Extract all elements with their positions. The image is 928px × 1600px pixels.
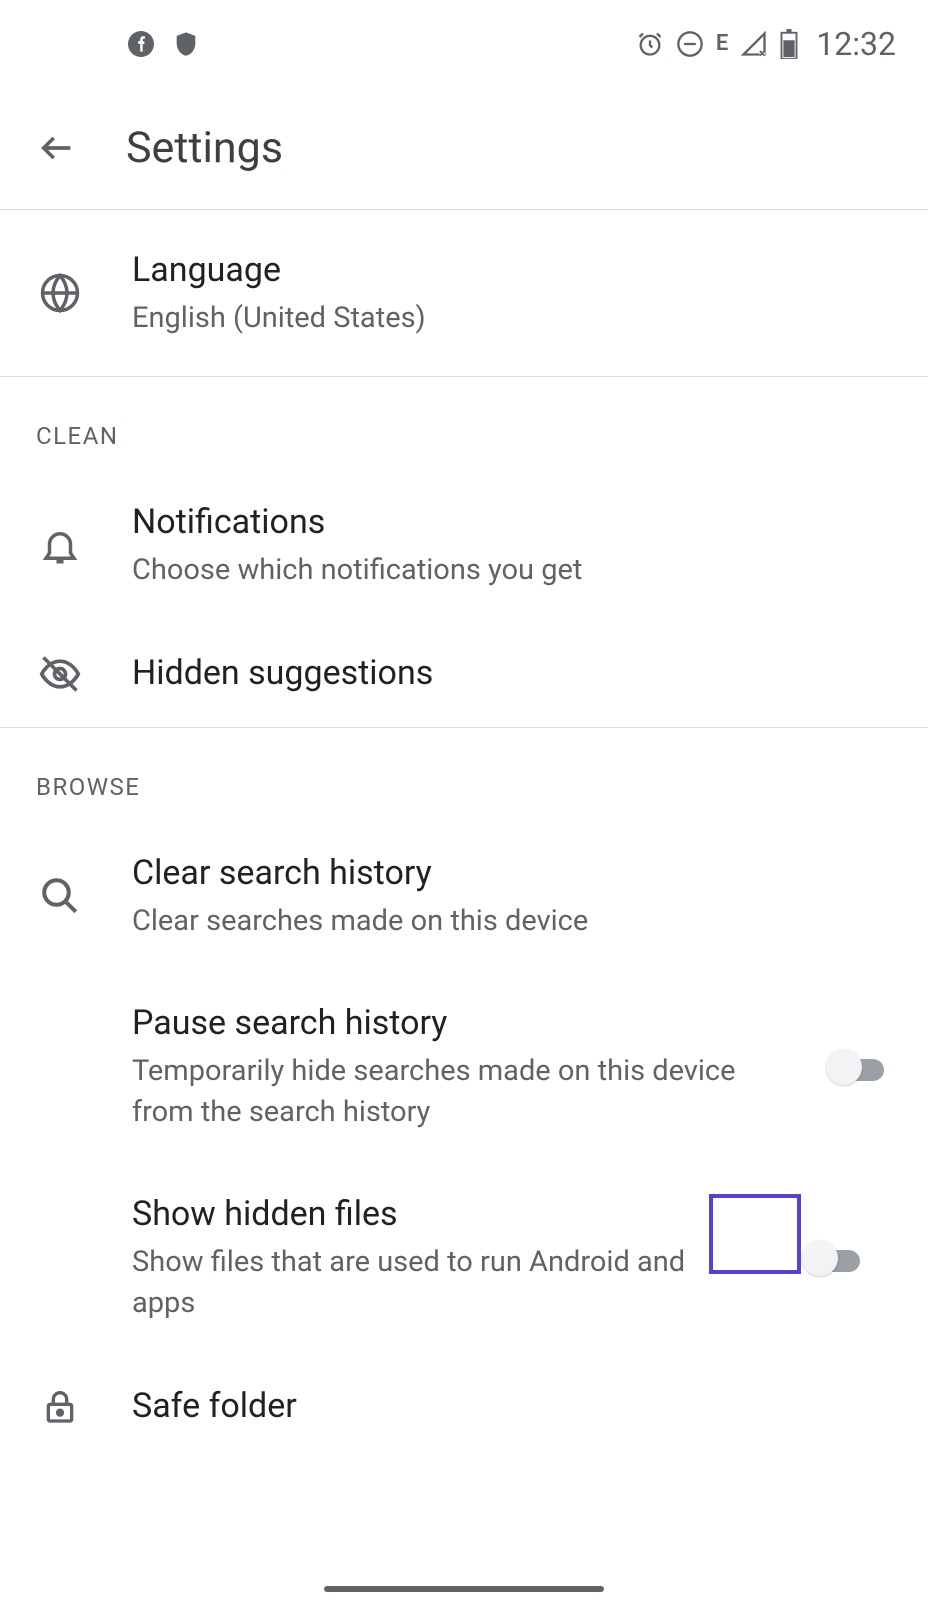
- section-header-browse: BROWSE: [0, 728, 928, 821]
- arrow-left-icon: [37, 128, 77, 168]
- status-bar: E 12:32: [0, 0, 928, 87]
- page-title: Settings: [126, 123, 283, 173]
- pause-search-toggle[interactable]: [826, 1049, 892, 1085]
- notifications-sub: Choose which notifications you get: [132, 550, 892, 591]
- search-icon: [36, 875, 84, 917]
- globe-icon: [36, 272, 84, 314]
- language-title: Language: [132, 248, 892, 294]
- shield-icon: [172, 30, 200, 58]
- bell-icon: [36, 525, 84, 567]
- hidden-suggestions-title: Hidden suggestions: [132, 651, 892, 697]
- show-hidden-title: Show hidden files: [132, 1192, 754, 1238]
- lock-icon: [36, 1386, 84, 1426]
- section-header-clean: CLEAN: [0, 377, 928, 470]
- network-type-label: E: [716, 31, 728, 56]
- safe-folder-item[interactable]: Safe folder: [0, 1354, 928, 1460]
- safe-folder-title: Safe folder: [132, 1384, 892, 1430]
- app-bar: Settings: [0, 87, 928, 210]
- pause-search-sub: Temporarily hide searches made on this d…: [132, 1051, 778, 1132]
- notifications-item[interactable]: Notifications Choose which notifications…: [0, 470, 928, 620]
- clear-search-title: Clear search history: [132, 851, 892, 897]
- eye-off-icon: [36, 652, 84, 696]
- clear-search-history-item[interactable]: Clear search history Clear searches made…: [0, 821, 928, 971]
- nav-handle[interactable]: [324, 1586, 604, 1592]
- pause-search-history-item[interactable]: Pause search history Temporarily hide se…: [0, 971, 928, 1162]
- pause-search-title: Pause search history: [132, 1001, 778, 1047]
- show-hidden-files-toggle[interactable]: [802, 1240, 868, 1276]
- clock-time: 12:32: [816, 25, 896, 63]
- battery-icon: [780, 29, 798, 59]
- hidden-suggestions-item[interactable]: Hidden suggestions: [0, 621, 928, 727]
- back-button[interactable]: [36, 127, 78, 169]
- dnd-icon: [676, 30, 704, 58]
- notifications-title: Notifications: [132, 500, 892, 546]
- show-hidden-files-item[interactable]: Show hidden files Show files that are us…: [0, 1162, 928, 1353]
- language-value: English (United States): [132, 298, 892, 339]
- show-hidden-sub: Show files that are used to run Android …: [132, 1242, 754, 1323]
- facebook-icon: [128, 31, 154, 57]
- clear-search-sub: Clear searches made on this device: [132, 901, 892, 942]
- signal-icon: [740, 30, 768, 58]
- alarm-icon: [636, 30, 664, 58]
- language-item[interactable]: Language English (United States): [0, 210, 928, 376]
